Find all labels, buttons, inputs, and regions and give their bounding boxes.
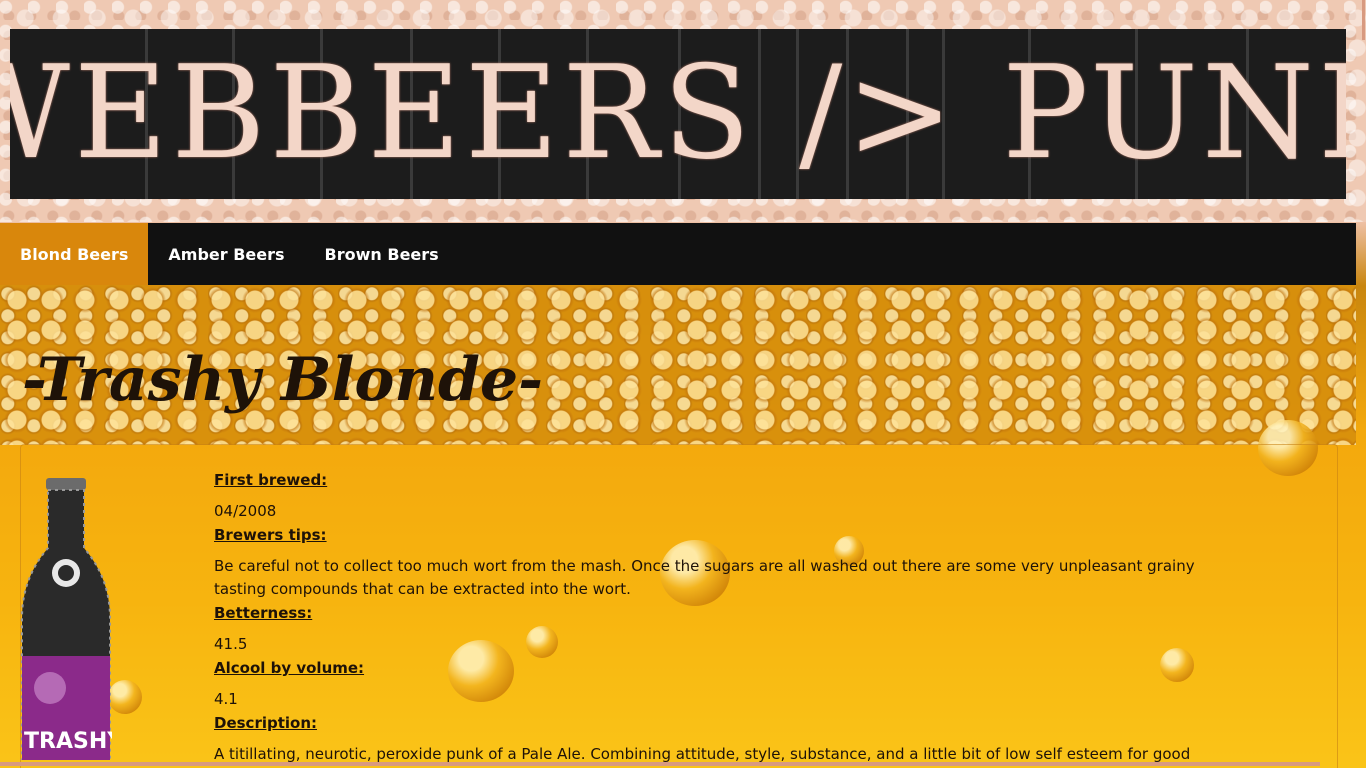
site-banner: WEBBEERS /> PUNK bbox=[10, 29, 1346, 199]
field-label: Description: bbox=[214, 714, 318, 732]
beer-details: First brewed: 04/2008 Brewers tips: Be c… bbox=[214, 470, 1214, 768]
horizontal-scrollbar[interactable] bbox=[0, 762, 1320, 766]
main-navbar: Blond Beers Amber Beers Brown Beers bbox=[0, 223, 1356, 285]
field-label: First brewed: bbox=[214, 471, 328, 489]
field-value: Be careful not to collect too much wort … bbox=[214, 557, 1195, 598]
nav-blond-beers[interactable]: Blond Beers bbox=[0, 223, 149, 285]
vertical-scrollbar[interactable] bbox=[1362, 0, 1365, 40]
beer-title: -Trashy Blonde- bbox=[22, 345, 544, 415]
field-label: Alcool by volume: bbox=[214, 659, 365, 677]
field-label: Betterness: bbox=[214, 604, 313, 622]
field-value: 4.1 bbox=[214, 690, 238, 708]
nav-amber-beers[interactable]: Amber Beers bbox=[148, 223, 304, 285]
field-label: Brewers tips: bbox=[214, 526, 327, 544]
field-value: 04/2008 bbox=[214, 502, 277, 520]
bottle-label: TRASHY bbox=[24, 729, 112, 754]
beer-bottle-image: TRASHY bbox=[21, 478, 112, 760]
nav-brown-beers[interactable]: Brown Beers bbox=[305, 223, 459, 285]
site-title: WEBBEERS /> PUNK bbox=[10, 39, 1346, 188]
field-value: 41.5 bbox=[214, 635, 248, 653]
